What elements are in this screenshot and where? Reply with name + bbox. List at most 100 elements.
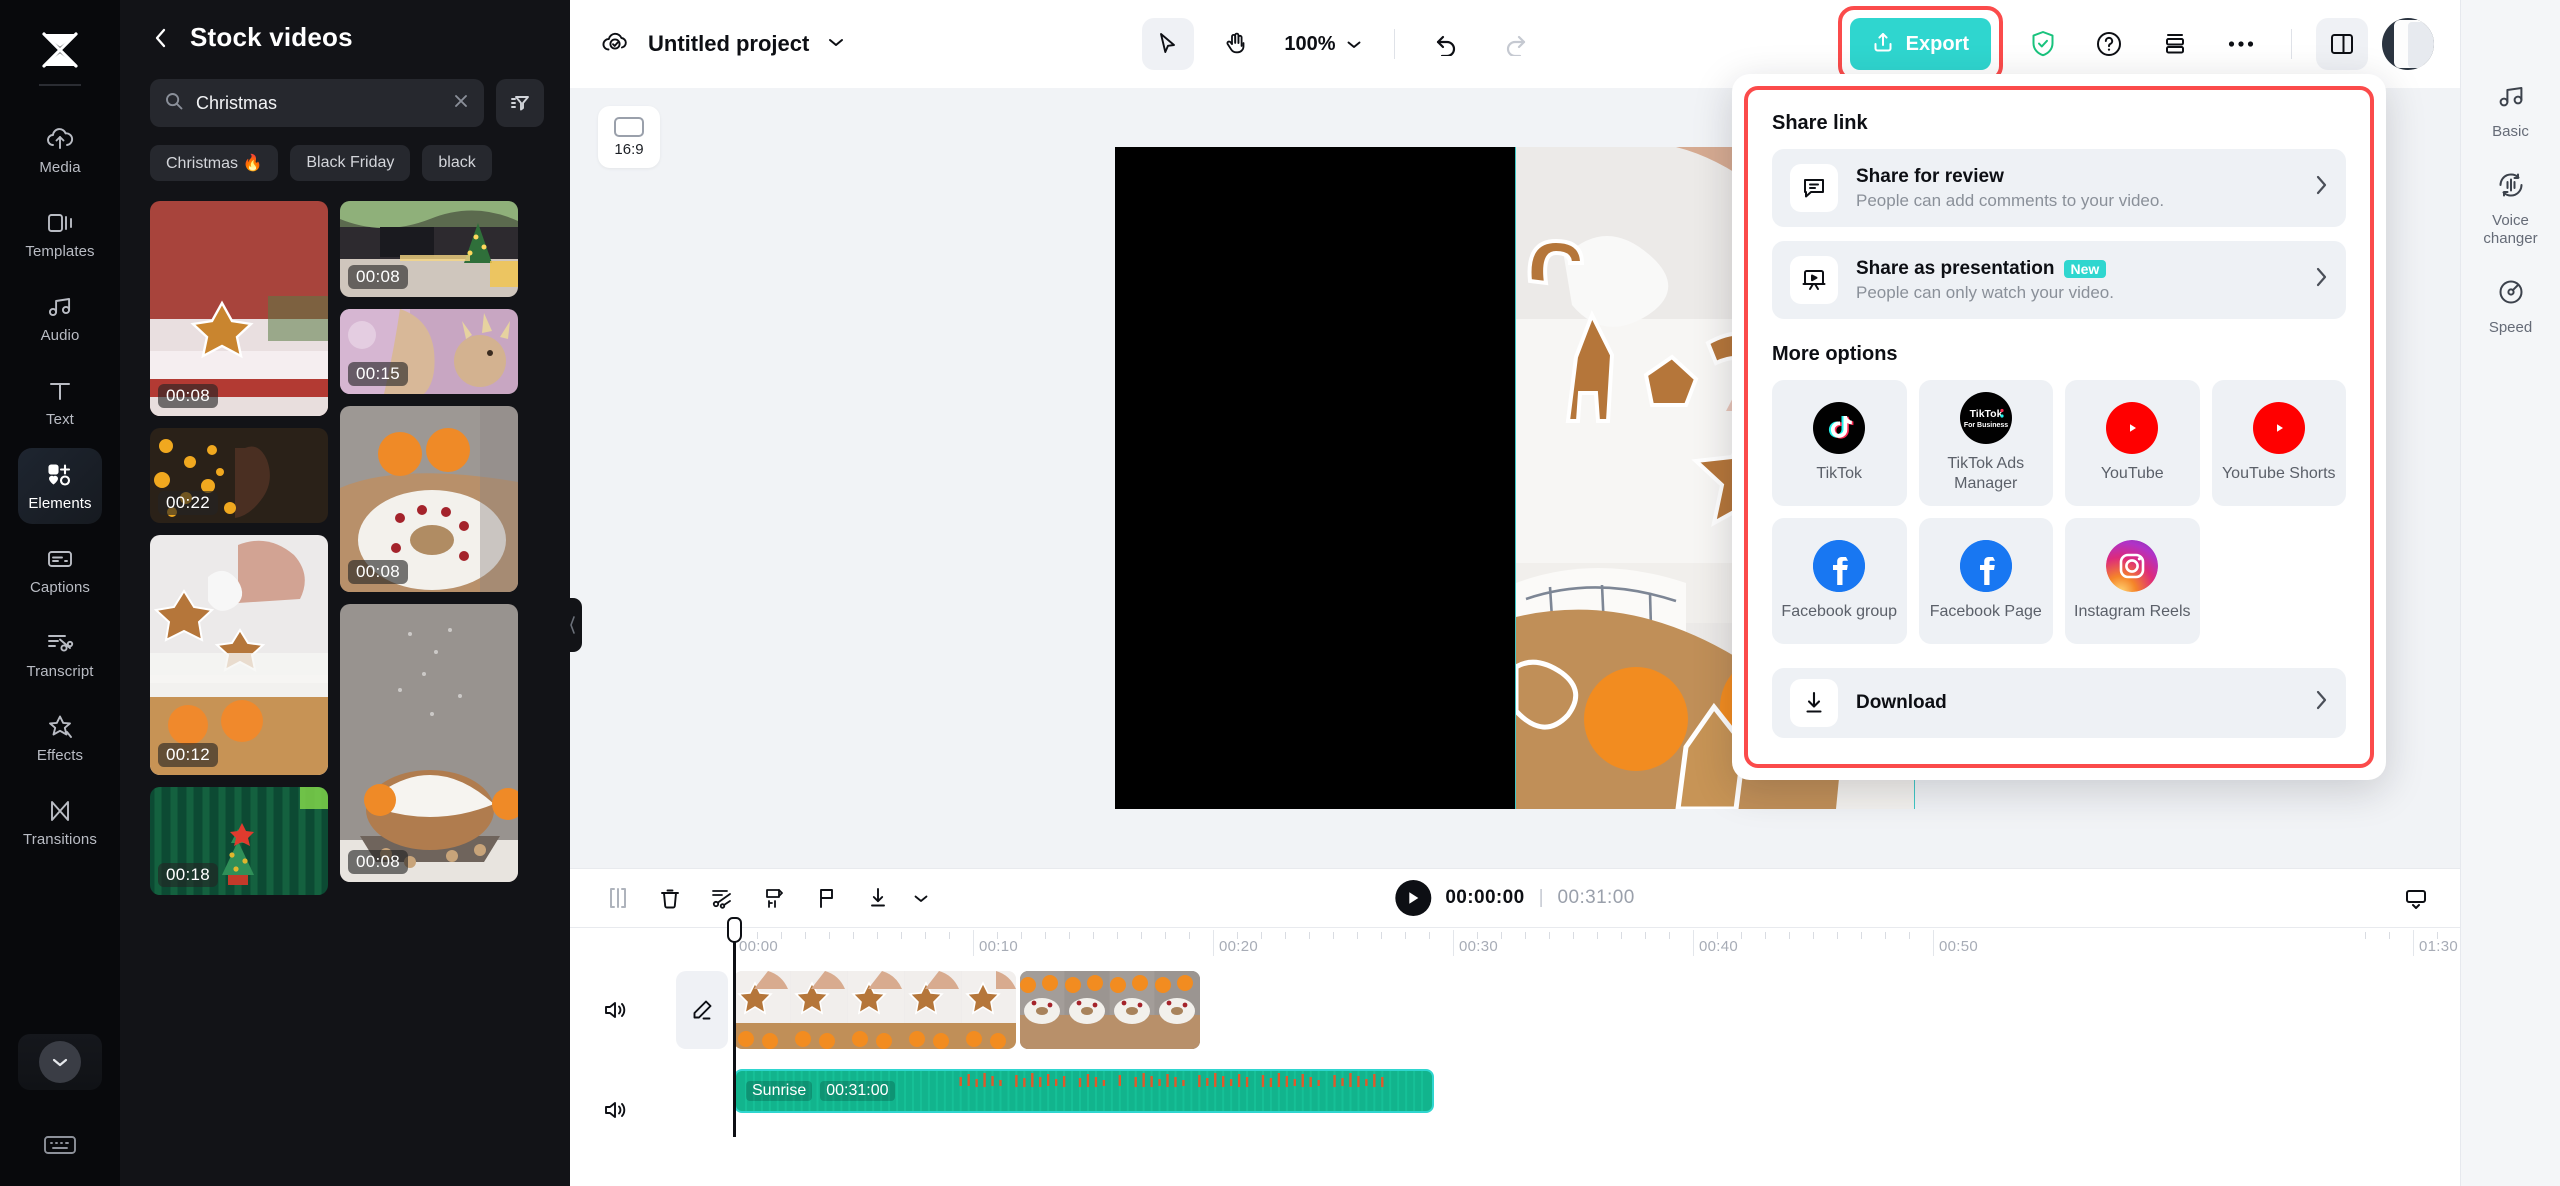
sidebar-item-audio[interactable]: Audio: [18, 280, 102, 356]
sidebar-item-label: Audio: [41, 327, 80, 344]
sidebar-item-label: Media: [39, 159, 80, 176]
shield-check-icon[interactable]: [2017, 18, 2069, 70]
tiktok-icon: [1813, 402, 1865, 454]
timeline-clip[interactable]: [1020, 971, 1200, 1049]
chevron-down-icon[interactable]: [827, 35, 845, 53]
share-tile-youtube[interactable]: YouTube: [2065, 380, 2200, 506]
stock-video-item[interactable]: 00:08: [150, 201, 328, 416]
audio-clip-duration: 00:31:00: [820, 1081, 894, 1101]
preview-monitor-icon[interactable]: [2394, 876, 2438, 920]
close-x-icon[interactable]: [452, 92, 470, 115]
keyword-chips: Christmas 🔥 Black Friday black: [120, 127, 570, 181]
pencil-edit-icon[interactable]: [676, 971, 728, 1049]
download-arrow-icon[interactable]: [856, 876, 900, 920]
right-rail-item-basic[interactable]: Basic: [2471, 84, 2551, 141]
cursor-arrow-icon[interactable]: [1142, 18, 1194, 70]
hand-icon[interactable]: [1210, 18, 1262, 70]
share-tile-facebook-page[interactable]: Facebook Page: [1919, 518, 2054, 644]
zoom-level-control[interactable]: 100%: [1278, 33, 1367, 56]
stock-video-item[interactable]: 00:15: [340, 309, 518, 394]
share-tile-tiktok-ads-manager[interactable]: TikTok For Business TikTok Ads Manager: [1919, 380, 2054, 506]
grid-column-right: 00:08 00:15: [340, 201, 518, 895]
undo-arrow-icon[interactable]: [1421, 18, 1473, 70]
project-name[interactable]: Untitled project: [648, 31, 809, 57]
panel-resize-handle[interactable]: [564, 598, 582, 652]
avatar[interactable]: [2382, 18, 2434, 70]
split-clip-icon[interactable]: [596, 876, 640, 920]
stock-video-item[interactable]: 00:22: [150, 428, 328, 523]
timeline-clip[interactable]: [734, 971, 1016, 1049]
right-rail-item-voice-changer[interactable]: Voice changer: [2471, 171, 2551, 248]
sidebar-item-label: Templates: [25, 243, 94, 260]
aspect-ratio-label: 16:9: [614, 141, 643, 158]
export-button[interactable]: Export: [1850, 18, 1991, 70]
stock-video-item[interactable]: 00:12: [150, 535, 328, 775]
right-rail-item-speed[interactable]: Speed: [2471, 278, 2551, 337]
stack-layers-icon[interactable]: [2149, 18, 2201, 70]
stock-video-item[interactable]: 00:08: [340, 604, 518, 882]
ai-frame-icon[interactable]: [752, 876, 796, 920]
more-dots-icon[interactable]: [2215, 18, 2267, 70]
share-tile-tiktok[interactable]: TikTok: [1772, 380, 1907, 506]
tiktok-for-business-icon: TikTok For Business: [1960, 392, 2012, 444]
split-panel-icon[interactable]: [2316, 18, 2368, 70]
stock-video-item[interactable]: 00:18: [150, 787, 328, 895]
instagram-icon: [2106, 540, 2158, 592]
keyboard-shortcuts-button[interactable]: [42, 1132, 78, 1162]
download-card[interactable]: Download: [1772, 668, 2346, 738]
sidebar-item-media[interactable]: Media: [18, 112, 102, 188]
chip-christmas[interactable]: Christmas 🔥: [150, 145, 278, 181]
share-as-presentation-title: Share as presentation New: [1856, 258, 2297, 280]
sidebar-item-text[interactable]: Text: [18, 364, 102, 440]
share-tile-label: Facebook Page: [1930, 602, 2042, 622]
chevron-left-icon[interactable]: [150, 24, 172, 52]
rail-collapse-button[interactable]: [18, 1034, 102, 1090]
redo-arrow-icon[interactable]: [1489, 18, 1541, 70]
speaker-icon[interactable]: [596, 1091, 634, 1129]
stock-video-item[interactable]: 00:08: [340, 201, 518, 297]
chip-black-friday[interactable]: Black Friday: [290, 145, 410, 181]
sidebar-item-elements[interactable]: Elements: [18, 448, 102, 524]
share-popover-highlight: Share link Share for review People can a…: [1744, 86, 2374, 768]
search-input[interactable]: Christmas: [150, 79, 484, 127]
cloud-upload-icon: [46, 125, 74, 153]
share-for-review-card[interactable]: Share for review People can add comments…: [1772, 149, 2346, 227]
share-tile-youtube-shorts[interactable]: YouTube Shorts: [2212, 380, 2347, 506]
share-for-review-title: Share for review: [1856, 166, 2297, 188]
timeline: 00:00:00 | 00:31:00 00:00 00:10 00:20 00…: [570, 868, 2460, 1186]
cloud-saved-icon: [600, 29, 630, 60]
voice-changer-icon: [2496, 171, 2526, 204]
export-highlight: Export: [1838, 6, 2003, 82]
question-circle-icon[interactable]: [2083, 18, 2135, 70]
sidebar-item-transitions[interactable]: Transitions: [18, 784, 102, 860]
sidebar-item-transcript[interactable]: Transcript: [18, 616, 102, 692]
svg-text:TikTok: TikTok: [1969, 408, 2002, 420]
aspect-ratio-button[interactable]: 16:9: [598, 106, 660, 168]
ruler-label: 00:20: [1219, 938, 1258, 955]
auto-cut-icon[interactable]: [700, 876, 744, 920]
speed-gauge-icon: [2496, 278, 2526, 311]
share-tile-instagram-reels[interactable]: Instagram Reels: [2065, 518, 2200, 644]
share-tile-facebook-group[interactable]: Facebook group: [1772, 518, 1907, 644]
delete-trash-icon[interactable]: [648, 876, 692, 920]
stock-video-item[interactable]: 00:08: [340, 406, 518, 592]
capcut-logo-icon[interactable]: [32, 26, 88, 74]
share-as-presentation-card[interactable]: Share as presentation New People can onl…: [1772, 241, 2346, 319]
duration-badge: 00:08: [348, 560, 408, 584]
sidebar-item-templates[interactable]: Templates: [18, 196, 102, 272]
timeline-ruler[interactable]: 00:00 00:10 00:20 00:30 00:40 00:50 01:3…: [570, 927, 2460, 961]
sidebar-item-captions[interactable]: Captions: [18, 532, 102, 608]
sidebar-item-effects[interactable]: Effects: [18, 700, 102, 776]
chevron-down-icon[interactable]: [908, 876, 934, 920]
chip-black[interactable]: black: [422, 145, 491, 181]
marker-flag-icon[interactable]: [804, 876, 848, 920]
playhead-handle[interactable]: [727, 917, 742, 943]
timeline-audio-clip[interactable]: Sunrise 00:31:00: [734, 1069, 1434, 1113]
play-icon[interactable]: [1395, 880, 1431, 916]
sparkle-star-icon: [46, 713, 74, 741]
filter-sort-icon[interactable]: [496, 79, 544, 127]
speaker-icon[interactable]: [596, 991, 634, 1029]
chevron-right-icon: [2315, 174, 2328, 202]
timeline-tracks: Sunrise 00:31:00: [570, 961, 2460, 1186]
share-popover: Share link Share for review People can a…: [1732, 74, 2386, 780]
